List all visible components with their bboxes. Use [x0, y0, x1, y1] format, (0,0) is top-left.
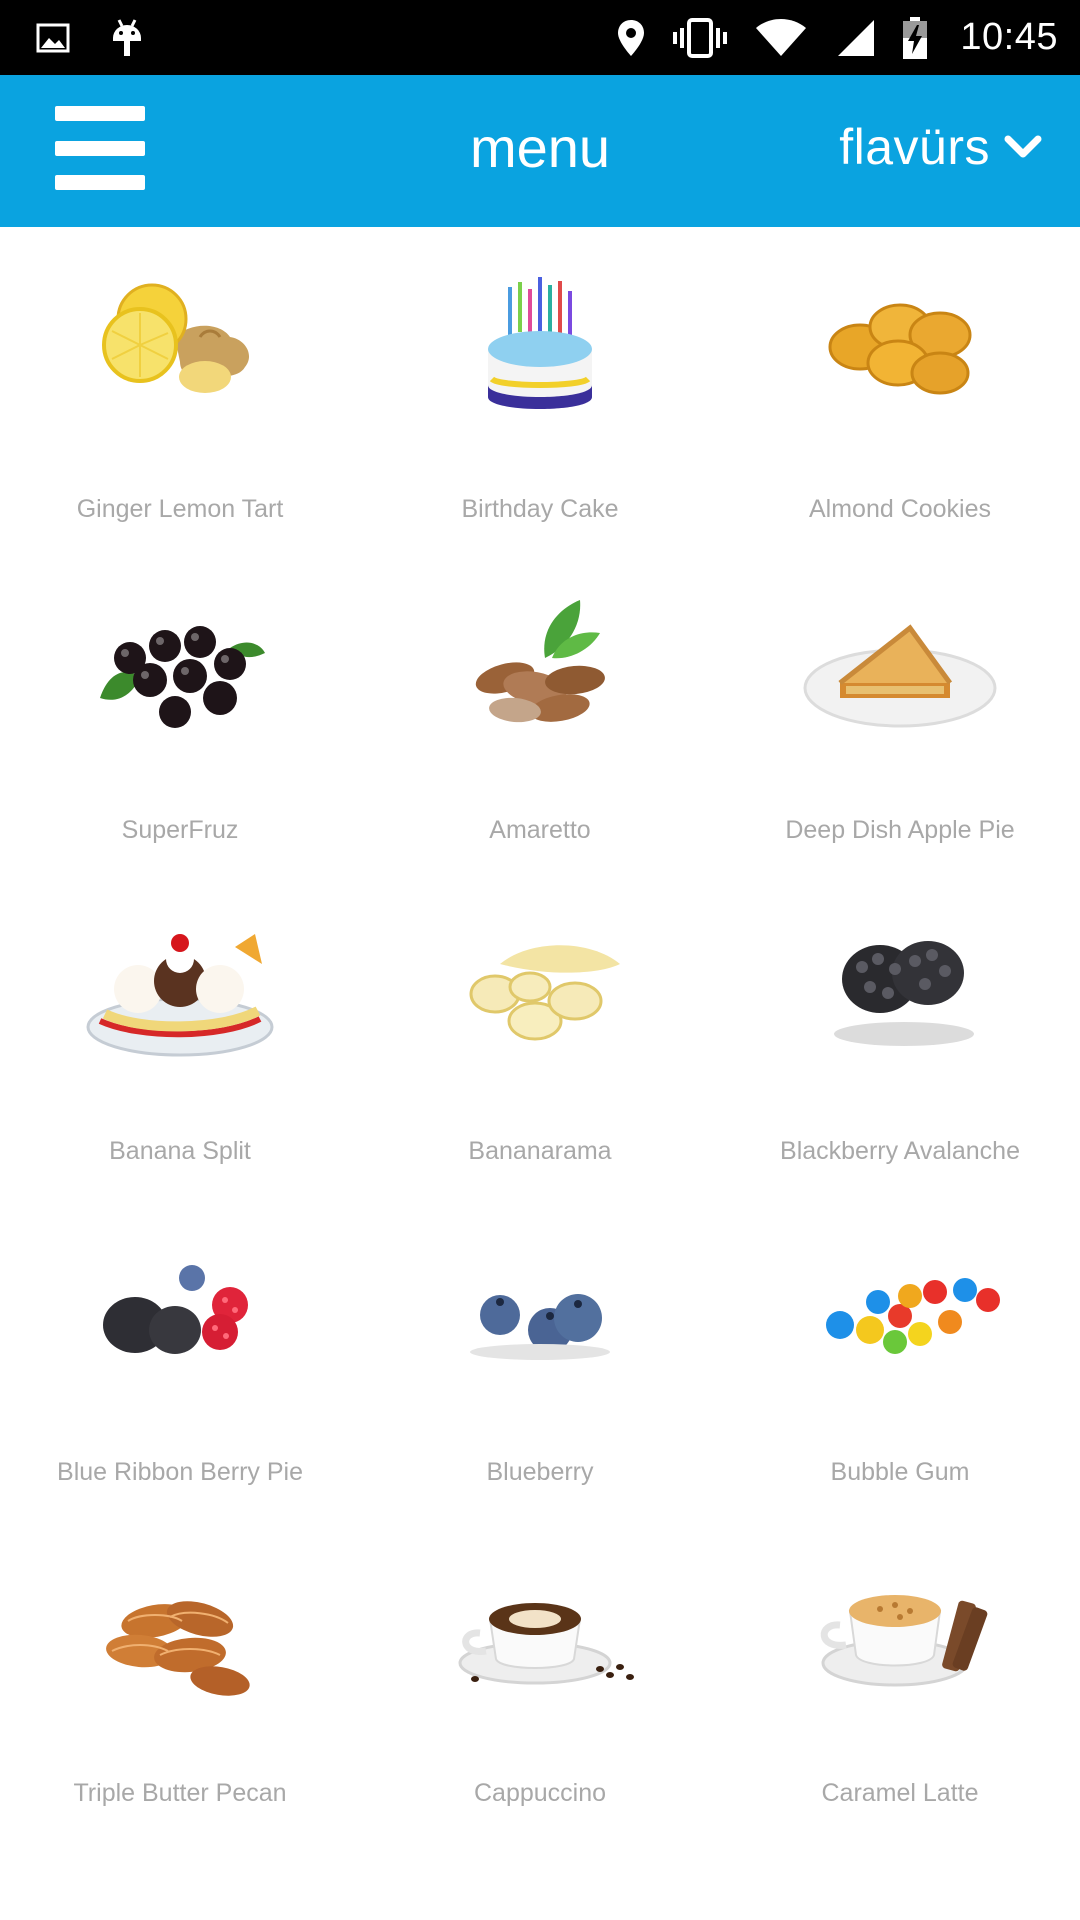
android-icon — [110, 18, 144, 58]
flavor-label: Triple Butter Pecan — [73, 1779, 287, 1807]
gumballs-image — [720, 1230, 1080, 1390]
signal-icon — [834, 18, 876, 58]
flavor-grid: Ginger Lemon Tart Birthday Cake Almond C… — [0, 227, 1080, 1832]
image-icon — [36, 23, 70, 53]
brand-logo-text: flavürs — [839, 119, 990, 175]
flavor-tile[interactable]: Blackberry Avalanche — [720, 869, 1080, 1190]
flavor-tile[interactable]: Almond Cookies — [720, 227, 1080, 548]
flavor-tile[interactable]: Caramel Latte — [720, 1511, 1080, 1832]
flavor-tile[interactable]: Blue Ribbon Berry Pie — [0, 1190, 360, 1511]
flavor-label: Blue Ribbon Berry Pie — [57, 1458, 303, 1486]
flavor-tile[interactable]: Amaretto — [360, 548, 720, 869]
blueberries-image — [360, 1230, 720, 1390]
blackberries-image — [720, 909, 1080, 1069]
superfruz-berries-image — [0, 588, 360, 748]
flavor-tile[interactable]: Banana Split — [0, 869, 360, 1190]
location-icon — [616, 18, 646, 58]
birthday-cake-image — [360, 267, 720, 427]
app-screen: 10:45 menu flavürs Ginger Lemon Tart Bir… — [0, 0, 1080, 1920]
almonds-image — [360, 588, 720, 748]
flavor-label: Banana Split — [109, 1137, 251, 1165]
brand-dropdown[interactable]: flavürs — [839, 117, 1042, 177]
flavor-label: Almond Cookies — [808, 495, 992, 523]
flavor-label: Bubble Gum — [830, 1458, 970, 1486]
status-right-icons: 10:45 — [616, 0, 1058, 75]
status-bar: 10:45 — [0, 0, 1080, 75]
flavor-label: Ginger Lemon Tart — [76, 495, 284, 523]
cappuccino-image — [360, 1551, 720, 1711]
flavor-label: Deep Dish Apple Pie — [785, 816, 1015, 844]
flavor-label: Bananarama — [468, 1137, 612, 1165]
flavor-tile[interactable]: Triple Butter Pecan — [0, 1511, 360, 1832]
flavor-tile[interactable]: Deep Dish Apple Pie — [720, 548, 1080, 869]
apple-pie-image — [720, 588, 1080, 748]
flavor-tile[interactable]: Bananarama — [360, 869, 720, 1190]
flavor-label: Birthday Cake — [461, 495, 619, 523]
caramel-latte-image — [720, 1551, 1080, 1711]
ginger-lemon-image — [0, 267, 360, 427]
banana-split-image — [0, 909, 360, 1069]
flavor-tile[interactable]: Cappuccino — [360, 1511, 720, 1832]
vibrate-icon — [672, 17, 728, 58]
hamburger-line — [55, 175, 145, 190]
app-bar: menu flavürs — [0, 75, 1080, 227]
flavor-label: Cappuccino — [473, 1779, 607, 1807]
almond-cookies-image — [720, 267, 1080, 427]
flavor-tile[interactable]: Birthday Cake — [360, 227, 720, 548]
mixed-berries-image — [0, 1230, 360, 1390]
flavor-label: Blackberry Avalanche — [780, 1137, 1020, 1165]
hamburger-line — [55, 140, 145, 156]
flavor-tile[interactable]: Blueberry — [360, 1190, 720, 1511]
flavor-label: SuperFruz — [121, 816, 239, 844]
flavor-label: Blueberry — [486, 1458, 594, 1486]
flavor-label: Caramel Latte — [821, 1779, 979, 1807]
flavor-tile[interactable]: SuperFruz — [0, 548, 360, 869]
battery-charging-icon — [902, 16, 928, 60]
hamburger-line — [55, 106, 145, 121]
banana-slices-image — [360, 909, 720, 1069]
pecans-image — [0, 1551, 360, 1711]
status-left-icons — [36, 0, 144, 75]
hamburger-menu-icon[interactable] — [55, 106, 145, 190]
chevron-down-icon — [1004, 134, 1042, 160]
flavor-tile[interactable]: Bubble Gum — [720, 1190, 1080, 1511]
status-time: 10:45 — [960, 16, 1058, 58]
flavor-tile[interactable]: Ginger Lemon Tart — [0, 227, 360, 548]
wifi-icon — [754, 18, 808, 58]
flavor-label: Amaretto — [489, 816, 591, 844]
